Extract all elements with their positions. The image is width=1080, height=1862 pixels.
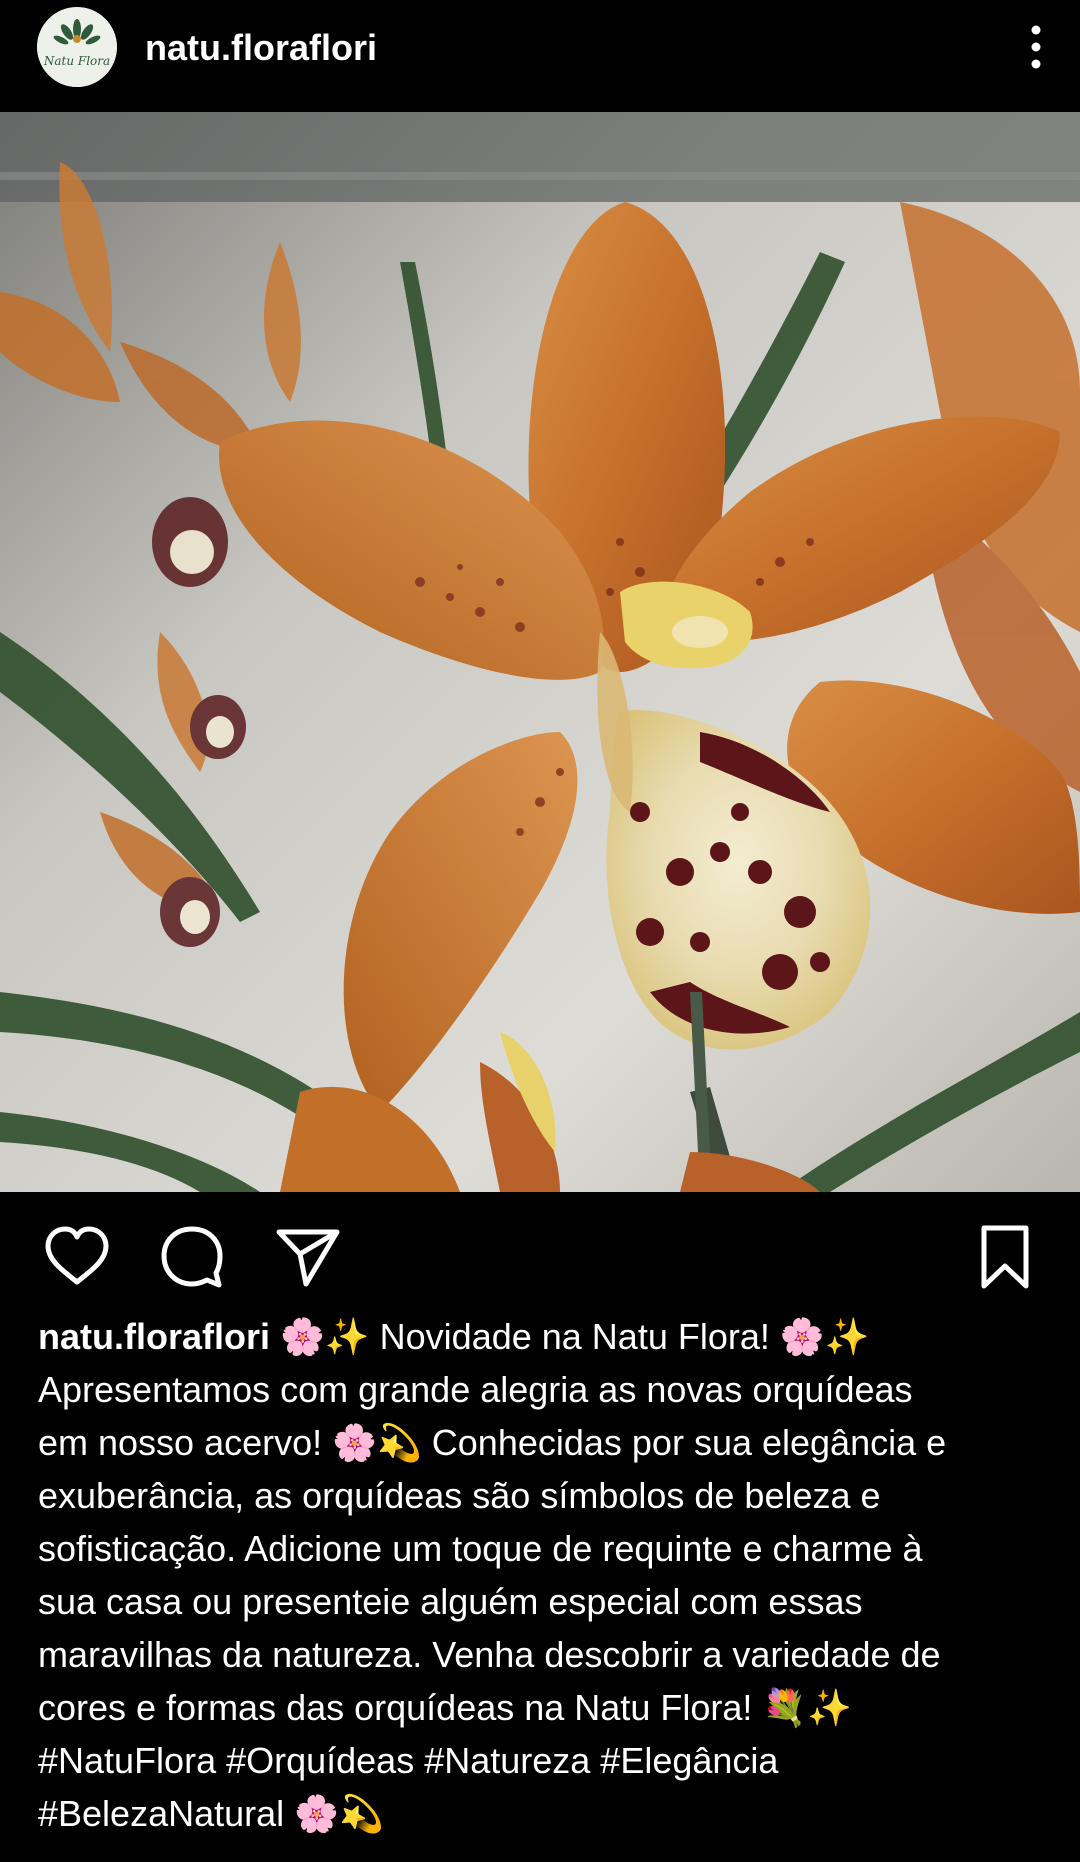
username[interactable]: natu.floraflori <box>145 26 377 70</box>
paper-plane-icon[interactable] <box>273 1222 343 1292</box>
caption-line: maravilhas da natureza. Venha descobrir … <box>38 1634 941 1675</box>
orchid-photo <box>0 112 1080 1192</box>
svg-text:Natu Flora: Natu Flora <box>43 54 110 68</box>
caption-line: exuberância, as orquídeas são símbolos d… <box>38 1475 881 1516</box>
caption-line: sofisticação. Adicione um toque de requi… <box>38 1528 923 1569</box>
caption-line: Apresentamos com grande alegria as novas… <box>38 1369 913 1410</box>
post-caption: natu.floraflori 🌸✨ Novidade na Natu Flor… <box>38 1310 1048 1840</box>
hashtags-line[interactable]: #BelezaNatural 🌸💫 <box>38 1787 1048 1840</box>
post-actions <box>0 1192 1080 1312</box>
caption-text: 🌸✨ Novidade na Natu Flora! 🌸✨ <box>270 1316 870 1357</box>
post-image[interactable] <box>0 112 1080 1192</box>
heart-icon[interactable] <box>42 1222 112 1292</box>
caption-username[interactable]: natu.floraflori <box>38 1316 270 1357</box>
caption-line: natu.floraflori 🌸✨ Novidade na Natu Flor… <box>38 1310 1048 1363</box>
caption-line: sua casa ou presenteie alguém especial c… <box>38 1581 863 1622</box>
caption-line: cores e formas das orquídeas na Natu Flo… <box>38 1687 853 1728</box>
avatar[interactable]: Natu Flora <box>37 7 117 87</box>
caption-line: em nosso acervo! 🌸💫 Conhecidas por sua e… <box>38 1422 947 1463</box>
bookmark-icon[interactable] <box>970 1222 1040 1292</box>
more-vertical-icon[interactable] <box>1014 20 1058 76</box>
hashtags-line[interactable]: #NatuFlora #Orquídeas #Natureza #Elegânc… <box>38 1734 1048 1787</box>
comment-bubble-icon[interactable] <box>157 1222 227 1292</box>
post-header: Natu Flora natu.floraflori <box>0 0 1080 112</box>
